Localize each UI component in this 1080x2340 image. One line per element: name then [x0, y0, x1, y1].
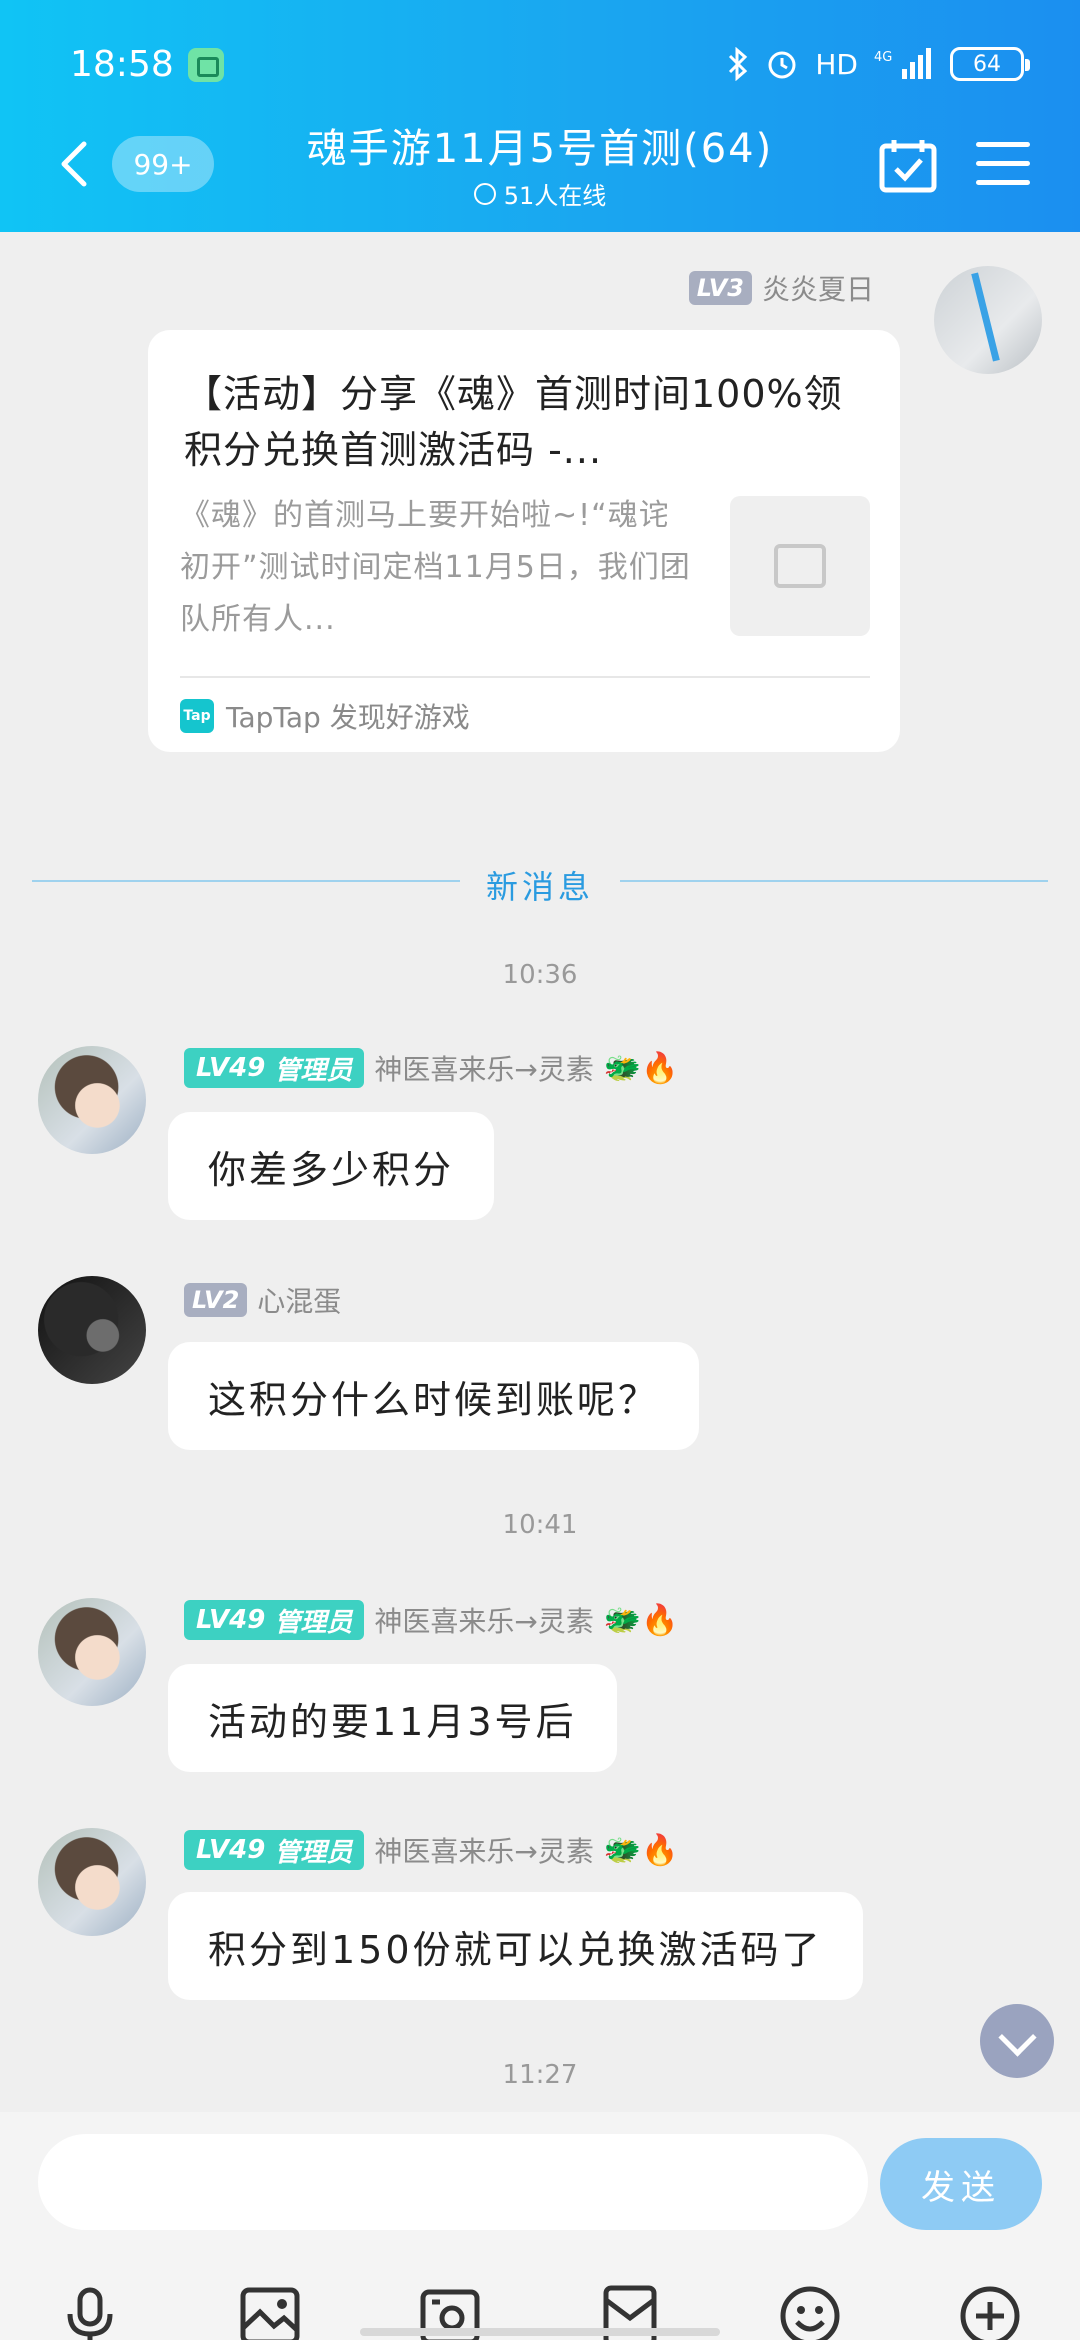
signal-icon: 4G — [874, 48, 931, 79]
shared-link-card[interactable]: 【活动】分享《魂》首测时间100%领积分兑换首测激活码 -... 《魂》的首测马… — [148, 330, 900, 752]
self-avatar[interactable] — [934, 266, 1042, 374]
emoji-icon[interactable] — [778, 2284, 842, 2340]
card-description: 《魂》的首测马上要开始啦~!“魂诧初开”测试时间定档11月5日，我们团队所有人.… — [180, 498, 691, 637]
admin-level-badge: LV49 管理员 — [184, 1600, 365, 1640]
sender-avatar[interactable] — [38, 1828, 146, 1936]
sender-name: 神医喜来乐→灵素 — [374, 1053, 594, 1086]
plus-icon[interactable] — [958, 2284, 1022, 2340]
card-divider — [180, 676, 870, 678]
card-source: Tap TapTap 发现好游戏 — [180, 696, 470, 736]
battery-level: 64 — [973, 51, 1001, 77]
dragon-fire-emoji-icon: 🐲🔥 — [603, 1602, 679, 1638]
self-level-badge: LV3 — [688, 271, 752, 305]
message-bubble[interactable]: 你差多少积分 — [168, 1112, 495, 1220]
sender-meta: LV49 管理员 神医喜来乐→灵素 🐲🔥 — [184, 1048, 679, 1088]
battery-icon: 64 — [950, 47, 1030, 81]
image-placeholder-icon — [774, 544, 826, 588]
timestamp: 10:41 — [502, 1510, 578, 1540]
sender-name: 神医喜来乐→灵素 — [374, 1835, 594, 1868]
network-hd-label: HD — [815, 47, 858, 81]
bluetooth-icon — [729, 47, 748, 81]
status-bar: 18:58 HD 4G 64 — [0, 0, 1080, 130]
message-bubble[interactable]: 积分到150份就可以兑换激活码了 — [168, 1892, 863, 2000]
dragon-fire-emoji-icon: 🐲🔥 — [603, 1832, 679, 1868]
sender-meta: LV49 管理员 神医喜来乐→灵素 🐲🔥 — [184, 1600, 679, 1640]
alarm-icon — [768, 51, 796, 79]
new-messages-line-right — [620, 880, 1048, 882]
online-count-label: 51人在线 — [503, 182, 607, 210]
timestamp: 11:27 — [502, 2060, 578, 2090]
status-icons: HD 4G 64 — [727, 44, 1030, 84]
sender-avatar[interactable] — [38, 1046, 146, 1154]
notification-app-icon — [188, 48, 224, 82]
taptap-logo-icon: Tap — [180, 699, 214, 733]
sender-meta: LV49 管理员 神医喜来乐→灵素 🐲🔥 — [184, 1830, 679, 1870]
level-badge: LV2 — [184, 1283, 248, 1317]
home-indicator[interactable] — [360, 2328, 720, 2336]
chat-header: 18:58 HD 4G 64 99+ 魂手游11月5号首测(64) 51人在线 — [0, 0, 1080, 232]
message-bubble[interactable]: 活动的要11月3号后 — [168, 1664, 617, 1772]
svg-text:4G: 4G — [874, 50, 892, 65]
admin-level-badge: LV49 管理员 — [184, 1048, 365, 1088]
scroll-to-bottom-button[interactable] — [980, 2004, 1054, 2078]
status-time: 18:58 — [70, 44, 174, 85]
send-button[interactable]: 发送 — [880, 2138, 1042, 2230]
card-title: 【活动】分享《魂》首测时间100%领积分兑换首测激活码 -... — [184, 372, 843, 472]
timestamp: 10:36 — [502, 960, 578, 990]
card-source-label: TapTap 发现好游戏 — [226, 701, 470, 734]
new-messages-label: 新消息 — [485, 868, 594, 906]
menu-icon[interactable] — [976, 142, 1030, 188]
image-icon[interactable] — [238, 2284, 302, 2340]
self-sender-meta: LV3 炎炎夏日 — [688, 268, 874, 308]
microphone-icon[interactable] — [58, 2284, 122, 2340]
card-thumbnail — [730, 496, 870, 636]
input-area: 发送 — [0, 2112, 1080, 2340]
dragon-fire-emoji-icon: 🐲🔥 — [603, 1050, 679, 1086]
sender-name: 心混蛋 — [257, 1285, 342, 1318]
admin-level-badge: LV49 管理员 — [184, 1830, 365, 1870]
calendar-check-icon[interactable] — [878, 138, 938, 194]
message-input[interactable] — [38, 2134, 868, 2230]
sender-avatar[interactable] — [38, 1276, 146, 1384]
online-check-icon — [473, 182, 496, 205]
self-sender-name: 炎炎夏日 — [761, 273, 874, 306]
sender-meta: LV2 心混蛋 — [184, 1280, 341, 1320]
message-bubble[interactable]: 这积分什么时候到账呢？ — [168, 1342, 700, 1450]
sender-avatar[interactable] — [38, 1598, 146, 1706]
sender-name: 神医喜来乐→灵素 — [374, 1605, 594, 1638]
